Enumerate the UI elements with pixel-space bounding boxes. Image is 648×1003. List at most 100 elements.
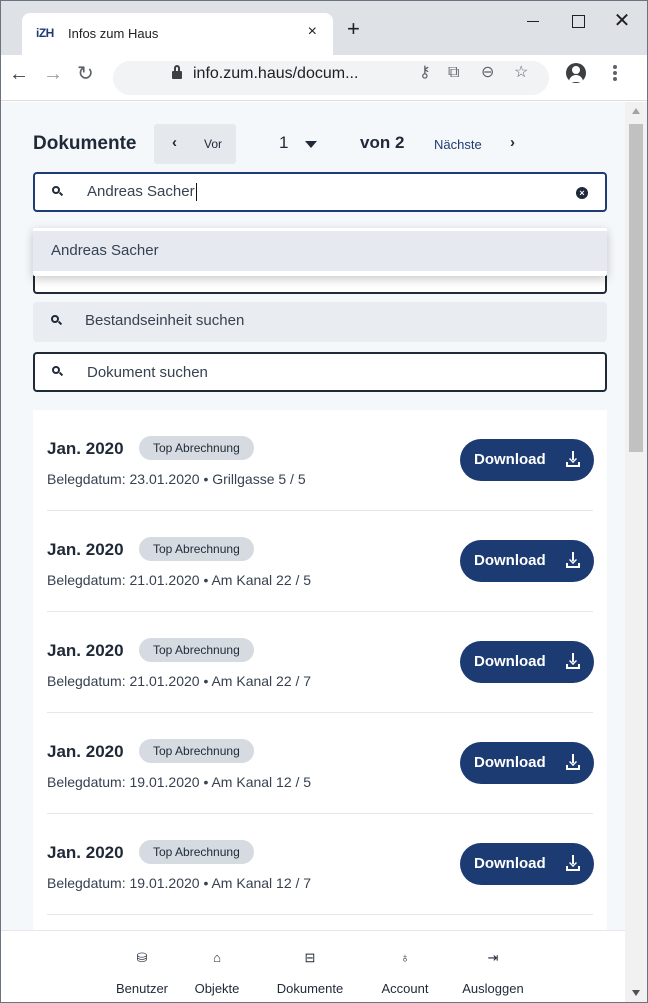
document-title: Jan. 2020	[47, 439, 124, 458]
list-item: Jan. 2020 Top Abrechnung Belegdatum: 21.…	[47, 511, 594, 612]
download-label: Download	[474, 451, 546, 468]
nav-label: Account	[381, 981, 429, 996]
download-button[interactable]: Download	[460, 641, 594, 683]
maximize-icon[interactable]	[556, 7, 600, 35]
download-icon	[566, 653, 580, 669]
user-icon: ♁	[400, 950, 410, 965]
page-content: Dokumente ‹ Vor 1 von 2 Nächste › Andrea…	[1, 102, 625, 1002]
download-icon	[566, 754, 580, 770]
document-meta: Belegdatum: 19.01.2020 • Am Kanal 12 / 7	[47, 875, 312, 891]
bottom-navigation: ⛁ Benutzer ⌂ Objekte ⊟ Dokumente ♁ Accou…	[1, 930, 625, 1002]
favicon-icon: iZH	[36, 26, 54, 40]
document-title: Jan. 2020	[47, 641, 124, 660]
download-label: Download	[474, 653, 546, 670]
scroll-down-icon[interactable]	[632, 990, 640, 996]
document-list: Jan. 2020 Top Abrechnung Belegdatum: 23.…	[33, 410, 607, 950]
document-type-badge: Top Abrechnung	[139, 840, 254, 864]
list-item: Jan. 2020 Top Abrechnung Belegdatum: 19.…	[47, 814, 594, 915]
list-item: Jan. 2020 Top Abrechnung Belegdatum: 19.…	[47, 713, 594, 814]
key-icon[interactable]: ⚷	[419, 65, 431, 81]
database-icon: ⛁	[136, 950, 148, 965]
unit-search-placeholder: Bestandseinheit suchen	[85, 312, 245, 329]
archive-icon: ⊟	[304, 950, 316, 965]
nav-label: Benutzer	[115, 981, 169, 996]
home-icon: ⌂	[213, 950, 221, 965]
search-icon	[51, 315, 63, 326]
tab-close-icon[interactable]: ×	[308, 23, 317, 41]
person-search-value: Andreas Sacher	[87, 183, 195, 200]
document-meta: Belegdatum: 19.01.2020 • Am Kanal 12 / 5	[47, 774, 312, 790]
window-close-icon[interactable]: ✕	[600, 7, 644, 35]
document-title: Jan. 2020	[47, 843, 124, 862]
list-item: Jan. 2020 Top Abrechnung Belegdatum: 23.…	[47, 410, 594, 511]
page-scrollbar[interactable]	[625, 102, 647, 1002]
autocomplete-option[interactable]: Andreas Sacher	[33, 231, 607, 271]
page-select[interactable]: 1	[279, 133, 288, 153]
page-title: Dokumente	[33, 133, 137, 154]
browser-window: iZH Infos zum Haus × + ✕ ← → ↻ info.zum.…	[0, 0, 648, 1003]
document-type-badge: Top Abrechnung	[139, 739, 254, 763]
list-item: Jan. 2020 Top Abrechnung Belegdatum: 21.…	[47, 612, 594, 713]
document-title: Jan. 2020	[47, 540, 124, 559]
scroll-up-icon[interactable]	[632, 108, 640, 114]
search-icon	[52, 186, 64, 197]
download-button[interactable]: Download	[460, 742, 594, 784]
lock-icon[interactable]	[171, 65, 183, 79]
url-text[interactable]: info.zum.haus/docum...	[193, 65, 358, 83]
search-icon	[52, 366, 64, 377]
autocomplete-dropdown: Andreas Sacher	[33, 228, 607, 276]
autocomplete-option-label: Andreas Sacher	[51, 242, 159, 259]
document-type-badge: Top Abrechnung	[139, 436, 254, 460]
document-meta: Belegdatum: 23.01.2020 • Grillgasse 5 / …	[47, 471, 306, 487]
download-button[interactable]: Download	[460, 843, 594, 885]
pagination-header: Dokumente ‹ Vor 1 von 2 Nächste ›	[33, 124, 613, 164]
nav-label: Objekte	[194, 981, 240, 996]
new-tab-icon[interactable]: +	[347, 18, 360, 40]
profile-icon[interactable]	[566, 63, 586, 83]
scroll-thumb[interactable]	[629, 124, 643, 452]
menu-dots-icon[interactable]	[613, 65, 617, 81]
caret-down-icon[interactable]	[305, 141, 317, 148]
prev-page-button[interactable]: ‹ Vor	[154, 124, 236, 164]
download-icon	[566, 552, 580, 568]
download-button[interactable]: Download	[460, 439, 594, 481]
nav-item-account[interactable]: ♁ Account	[365, 931, 445, 1002]
nav-item-dokumente[interactable]: ⊟ Dokumente	[265, 931, 355, 1002]
back-icon[interactable]: ←	[9, 64, 29, 84]
document-type-badge: Top Abrechnung	[139, 537, 254, 561]
chevron-right-icon[interactable]: ›	[510, 134, 515, 151]
download-icon	[566, 451, 580, 467]
clear-icon[interactable]: ×	[576, 187, 588, 199]
tab-title: Infos zum Haus	[68, 26, 159, 41]
next-page-button[interactable]: Nächste	[434, 137, 482, 152]
download-icon	[566, 855, 580, 871]
nav-item-objekte[interactable]: ⌂ Objekte	[187, 931, 247, 1002]
download-label: Download	[474, 754, 546, 771]
page-total: von 2	[360, 133, 405, 152]
unit-search-input[interactable]: Bestandseinheit suchen	[33, 302, 607, 342]
nav-label: Dokumente	[276, 981, 344, 996]
forward-icon[interactable]: →	[43, 64, 63, 84]
text-cursor	[195, 183, 197, 202]
zoom-out-icon[interactable]: ⊖	[481, 65, 494, 81]
browser-tab[interactable]: iZH Infos zum Haus ×	[22, 13, 333, 55]
download-label: Download	[474, 552, 546, 569]
chevron-left-icon: ‹	[172, 134, 177, 151]
nav-item-ausloggen[interactable]: ⇥ Ausloggen	[453, 931, 533, 1002]
nav-item-benutzer[interactable]: ⛁ Benutzer	[107, 931, 177, 1002]
download-label: Download	[474, 855, 546, 872]
download-button[interactable]: Download	[460, 540, 594, 582]
bookmark-star-icon[interactable]: ☆	[514, 65, 528, 81]
document-search-placeholder: Dokument suchen	[87, 364, 208, 381]
document-title: Jan. 2020	[47, 742, 124, 761]
translate-icon[interactable]: ⧉	[448, 65, 459, 81]
document-meta: Belegdatum: 21.01.2020 • Am Kanal 22 / 5	[47, 572, 312, 588]
logout-icon: ⇥	[487, 950, 499, 965]
document-type-badge: Top Abrechnung	[139, 638, 254, 662]
document-search-input[interactable]: Dokument suchen	[33, 352, 607, 392]
prev-label: Vor	[204, 137, 223, 151]
tab-strip: iZH Infos zum Haus × + ✕	[1, 1, 647, 55]
reload-icon[interactable]: ↻	[77, 64, 94, 84]
person-search-input[interactable]: Andreas Sacher ×	[33, 172, 607, 212]
minimize-icon[interactable]	[511, 7, 555, 35]
